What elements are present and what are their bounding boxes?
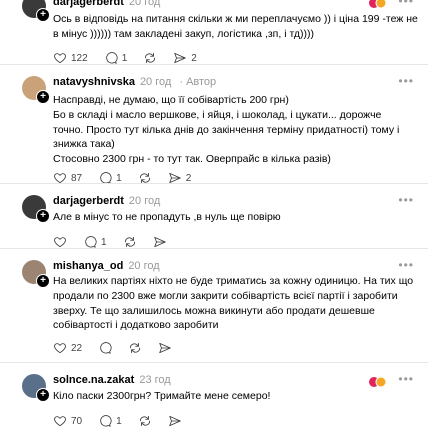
more-icon[interactable]: ••• <box>398 193 414 207</box>
plus-icon[interactable]: + <box>36 90 50 104</box>
repost-icon <box>123 235 137 249</box>
username[interactable]: natavyshnivska <box>53 76 135 88</box>
username[interactable]: mishanya_od <box>53 260 123 272</box>
repost-button[interactable] <box>138 414 152 428</box>
share-icon <box>168 414 182 428</box>
plus-icon[interactable]: + <box>36 388 50 402</box>
heart-icon <box>53 235 67 249</box>
share-button[interactable]: 2 <box>173 51 197 65</box>
comment-icon <box>83 235 97 249</box>
post-header: darjagerberdt 20 год <box>53 0 160 8</box>
divider <box>0 183 428 184</box>
more-icon[interactable]: ••• <box>398 258 414 272</box>
post-text-line: Але в мінус то не пропадуть ,в нуль ще п… <box>53 211 281 223</box>
repost-icon <box>143 51 157 65</box>
reactions-indicator <box>368 0 388 9</box>
post-text-line: На великих партіях ніхто не буде тримати… <box>53 275 414 287</box>
post-text-line: в мінус )))))) там закладені закуп, логі… <box>53 27 315 40</box>
reply-button[interactable]: 1 <box>98 414 122 428</box>
comment-icon <box>104 51 118 65</box>
heart-icon <box>53 51 67 65</box>
repost-button[interactable] <box>123 235 137 249</box>
timestamp: 20 год <box>128 260 160 272</box>
avatar[interactable]: + <box>22 374 50 402</box>
divider <box>0 362 428 363</box>
username[interactable]: darjagerberdt <box>53 195 124 207</box>
shares-count: 2 <box>191 52 197 64</box>
username[interactable]: darjagerberdt <box>53 0 124 8</box>
post-text-line: знижка така) <box>53 138 115 151</box>
likes-count: 70 <box>71 415 83 427</box>
post-header: darjagerberdt 20 год <box>53 195 160 207</box>
like-button[interactable]: 22 <box>53 341 82 355</box>
post-header: mishanya_od 20 год <box>53 260 160 272</box>
avatar[interactable]: + <box>22 195 50 223</box>
post-text-line: Насправді, не думаю, що її собівартість … <box>53 94 289 106</box>
divider <box>0 248 428 249</box>
replies-count: 1 <box>121 52 128 64</box>
plus-icon[interactable]: + <box>36 274 50 288</box>
timestamp: 23 год <box>139 374 171 386</box>
avatar[interactable]: + <box>22 0 50 22</box>
repost-button[interactable] <box>128 341 142 355</box>
plus-icon[interactable]: + <box>36 8 50 22</box>
heart-icon <box>53 414 67 428</box>
post-text-line: Кіло паски 2300грн? Тримайте мене семеро… <box>53 390 271 402</box>
repost-icon <box>128 341 142 355</box>
avatar[interactable]: + <box>22 260 50 288</box>
replies-count: 1 <box>116 172 122 184</box>
more-icon[interactable]: ••• <box>398 74 414 88</box>
username[interactable]: solnce.na.zakat <box>53 374 134 386</box>
share-icon <box>153 235 167 249</box>
post-text: Але в мінус то не пропадуть ,в нуль ще п… <box>53 210 420 225</box>
reactions-indicator <box>368 375 388 388</box>
timestamp: 20 год <box>128 195 161 207</box>
author-badge: · Автор <box>176 76 217 88</box>
action-bar: 22 <box>53 340 188 356</box>
likes-count: 22 <box>71 342 83 354</box>
repost-button[interactable] <box>143 51 157 65</box>
avatar[interactable]: + <box>22 76 50 104</box>
reply-button[interactable]: 1 <box>83 235 107 249</box>
likes-count: 122 <box>71 52 88 64</box>
like-button[interactable] <box>53 235 67 249</box>
post-header: natavyshnivska 20 год · Автор <box>53 76 216 88</box>
post-text-line: Бо в складі і масло вершкове, і яйця, і … <box>53 108 382 121</box>
post-text: На великих партіях ніхто не буде тримати… <box>53 274 420 333</box>
share-button[interactable] <box>168 414 182 428</box>
repost-icon <box>138 414 152 428</box>
reply-button[interactable] <box>98 341 112 355</box>
post-text-line: точно. Просто тут кілька днів до закінче… <box>53 123 400 136</box>
share-button[interactable] <box>158 341 172 355</box>
comment-icon <box>98 414 112 428</box>
action-bar: 70 1 <box>53 413 198 429</box>
more-icon[interactable]: ••• <box>398 0 414 8</box>
timestamp: 20 год <box>139 76 172 88</box>
post-text: Ось в відповідь на питання скільки ж ми … <box>53 12 420 42</box>
plus-icon[interactable]: + <box>36 209 50 223</box>
timestamp: 20 год <box>128 0 161 8</box>
share-button[interactable] <box>153 235 167 249</box>
post-text: Насправді, не думаю, що її собівартість … <box>53 93 420 167</box>
heart-icon <box>53 341 67 355</box>
share-icon <box>173 51 187 65</box>
post-text: Кіло паски 2300грн? Тримайте мене семеро… <box>53 389 420 404</box>
shares-count: 2 <box>185 172 192 184</box>
more-icon[interactable]: ••• <box>398 372 414 386</box>
post-text-line: продали по 2300 вже могли закрити собіва… <box>53 289 398 302</box>
comment-icon <box>98 341 112 355</box>
replies-count: 1 <box>116 415 122 427</box>
post-text-line: Ось в відповідь на питання скільки ж ми … <box>53 13 418 25</box>
likes-count: 87 <box>71 172 83 184</box>
post-text-line: собівартості і додатково заробити <box>53 319 219 332</box>
share-icon <box>158 341 172 355</box>
like-button[interactable]: 70 <box>53 414 82 428</box>
post-text-line: Стосовно 2300 грн - то тут так. Оверпрай… <box>53 153 331 166</box>
post-header: solnce.na.zakat 23 год <box>53 374 171 386</box>
post-text-line: зверху. Те що залишилось можна викинути … <box>53 304 375 317</box>
replies-count: 1 <box>101 236 107 248</box>
divider <box>0 64 428 65</box>
like-button[interactable]: 122 <box>53 51 88 65</box>
reply-button[interactable]: 1 <box>104 51 128 65</box>
